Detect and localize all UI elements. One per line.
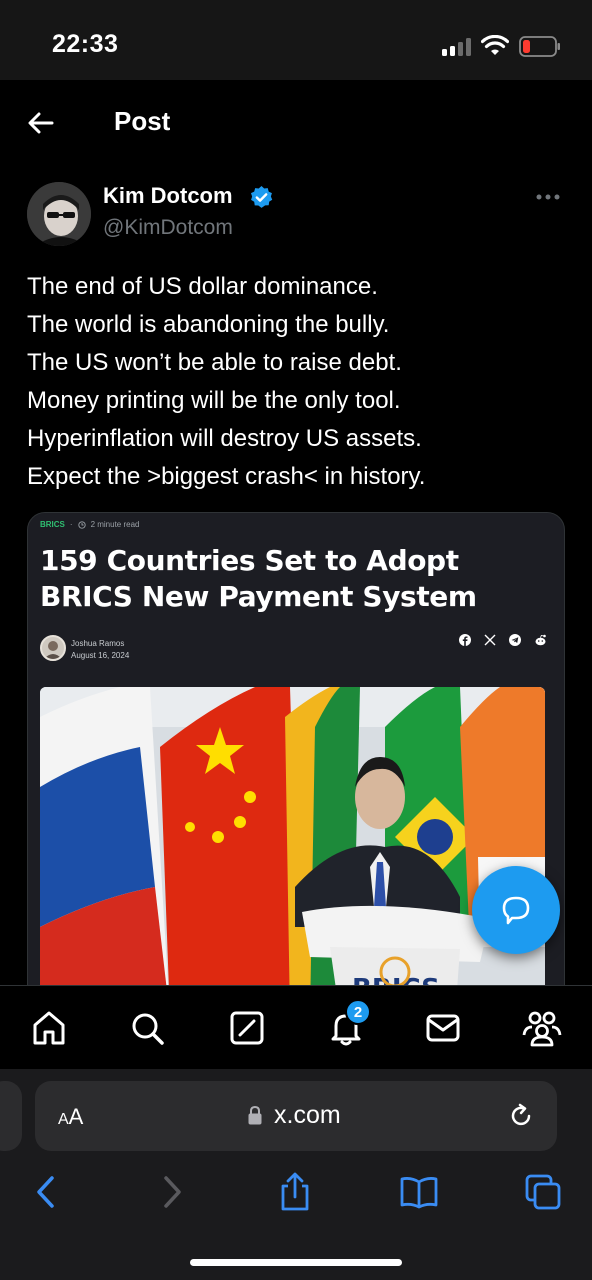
bottom-tab-bar xyxy=(0,985,592,1069)
chevron-right-icon xyxy=(164,1176,181,1208)
home-icon xyxy=(33,1011,65,1045)
share-button[interactable] xyxy=(275,1172,315,1212)
browser-back-button[interactable] xyxy=(26,1172,66,1212)
facebook-icon xyxy=(458,633,472,647)
url-text[interactable]: x.com xyxy=(274,1101,341,1130)
communities-icon xyxy=(522,1011,562,1047)
clock-icon xyxy=(77,520,86,529)
author-display-name[interactable]: Kim Dotcom xyxy=(103,183,233,209)
reload-icon[interactable] xyxy=(506,1101,536,1131)
more-options-icon[interactable] xyxy=(530,185,566,209)
tweet-line: Hyperinflation will destroy US assets. xyxy=(27,425,422,452)
chat-bubble-icon xyxy=(502,896,530,925)
chevron-left-icon xyxy=(37,1176,54,1208)
browser-forward-button[interactable] xyxy=(152,1172,192,1212)
author-handle[interactable]: @KimDotcom xyxy=(103,216,233,240)
messages-tab[interactable] xyxy=(421,1006,465,1050)
share-icon xyxy=(281,1172,309,1211)
notification-count-badge: 2 xyxy=(345,999,371,1025)
home-indicator xyxy=(190,1259,402,1266)
reddit-icon xyxy=(533,633,547,647)
article-headline: 159 Countries Set to Adopt BRICS New Pay… xyxy=(40,544,477,613)
tabs-button[interactable] xyxy=(523,1172,563,1212)
compose-reply-button[interactable] xyxy=(472,866,560,954)
cellular-signal-icon xyxy=(442,38,471,56)
status-time: 22:33 xyxy=(52,30,119,58)
bookmarks-button[interactable] xyxy=(399,1172,439,1212)
wifi-icon xyxy=(481,35,509,55)
status-bar: 22:33 xyxy=(0,0,592,80)
article-date: August 16, 2024 xyxy=(71,651,130,660)
article-category: BRICS xyxy=(40,520,65,529)
book-icon xyxy=(400,1177,438,1209)
article-read-time: 2 minute read xyxy=(90,520,140,529)
verified-badge-icon xyxy=(250,186,273,208)
tweet-line: The world is abandoning the bully. xyxy=(27,311,390,338)
article-meta: BRICS · 2 minute read xyxy=(40,520,140,529)
mail-icon xyxy=(426,1014,460,1042)
article-author-name: Joshua Ramos xyxy=(71,639,125,648)
lock-icon xyxy=(248,1105,262,1125)
author-avatar[interactable] xyxy=(27,182,91,246)
battery-low-icon xyxy=(519,36,560,57)
home-tab[interactable] xyxy=(27,1006,71,1050)
search-icon xyxy=(132,1013,164,1045)
tweet-text: The end of US dollar dominance. The worl… xyxy=(27,268,567,496)
tweet-line: Expect the >biggest crash< in history. xyxy=(27,463,426,490)
tweet-line: The US won’t be able to raise debt. xyxy=(27,349,402,376)
reader-options-button[interactable]: AA xyxy=(58,1104,83,1130)
communities-tab[interactable] xyxy=(520,1006,564,1050)
share-icons xyxy=(458,633,547,647)
page-title: Post xyxy=(114,106,171,136)
article-photo: BRICS xyxy=(40,687,545,1011)
tweet-line: The end of US dollar dominance. xyxy=(27,273,378,300)
article-author-avatar xyxy=(40,635,66,661)
previous-tab-peek[interactable] xyxy=(0,1081,22,1151)
grok-tab[interactable] xyxy=(225,1006,269,1050)
post-header: Post xyxy=(0,80,592,164)
search-tab[interactable] xyxy=(125,1006,169,1050)
grok-icon xyxy=(230,1011,264,1045)
x-logo-icon xyxy=(483,633,497,647)
telegram-icon xyxy=(508,633,522,647)
back-arrow-icon[interactable] xyxy=(24,106,58,140)
tweet-line: Money printing will be the only tool. xyxy=(27,387,401,414)
tabs-icon xyxy=(525,1174,561,1210)
